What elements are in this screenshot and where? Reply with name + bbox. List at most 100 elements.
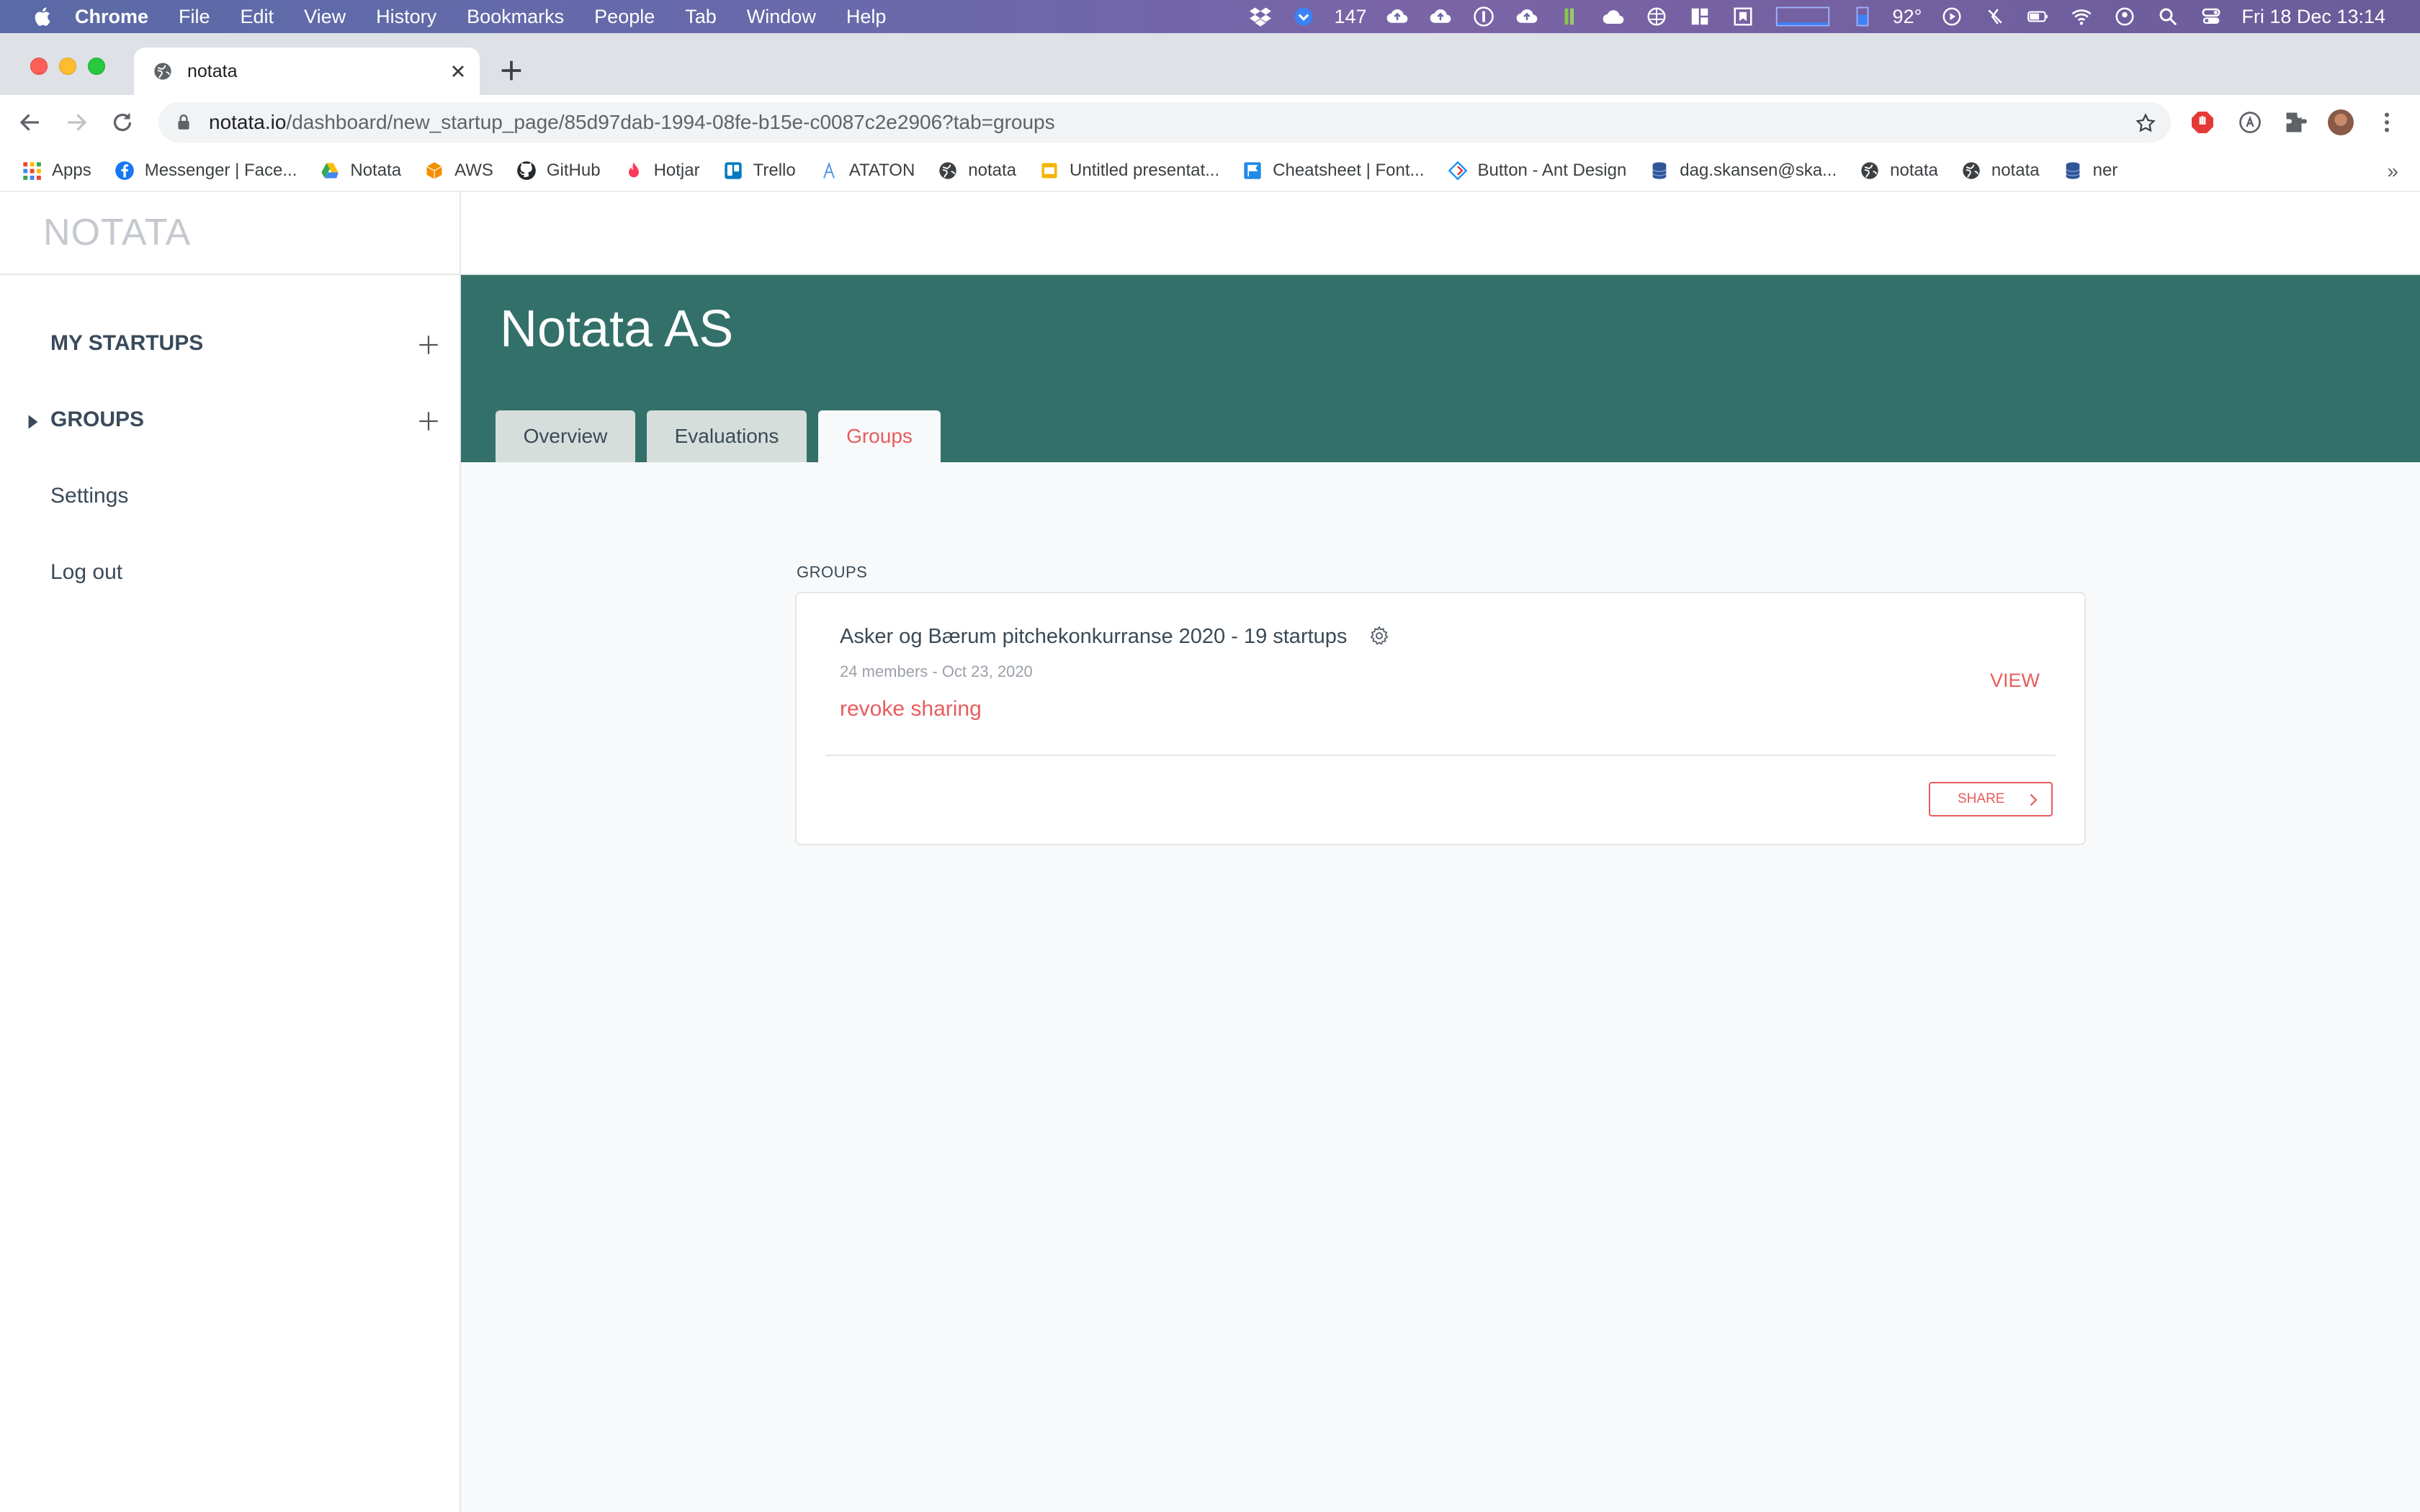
extensions-puzzle-icon[interactable]	[2283, 109, 2309, 135]
menu-view[interactable]: View	[304, 6, 346, 28]
group-meta: 24 members - Oct 23, 2020	[840, 662, 1033, 680]
gear-icon[interactable]	[1368, 625, 1390, 647]
chevron-right-icon	[2030, 793, 2038, 806]
bookmark-app-icon[interactable]	[1731, 6, 1755, 27]
bookmark-item[interactable]: Messenger | Face...	[115, 161, 297, 181]
bookmark-item[interactable]: GitHub	[516, 161, 601, 181]
bookmarks-overflow-chevron-icon[interactable]: »	[2387, 160, 2398, 183]
trello-icon	[724, 161, 742, 179]
tab-groups[interactable]: Groups	[818, 410, 941, 462]
revoke-sharing-link[interactable]: revoke sharing	[840, 697, 982, 721]
sidebar-item-my-startups[interactable]: MY STARTUPS	[50, 331, 203, 356]
bookmark-item[interactable]: Notata	[320, 161, 401, 181]
brain-icon[interactable]	[1644, 6, 1669, 27]
control-center-icon[interactable]	[2199, 6, 2223, 27]
bookmark-label: Trello	[753, 160, 796, 180]
menu-help[interactable]: Help	[846, 6, 887, 28]
cloud-upload-icon[interactable]	[1428, 6, 1453, 27]
bookmark-label: ner	[2092, 160, 2118, 180]
dropbox-icon[interactable]	[1248, 6, 1273, 27]
window-minimize-button[interactable]	[59, 58, 76, 75]
bookmark-label: notata	[1890, 160, 1938, 180]
bookmark-item[interactable]: ATATON	[819, 161, 915, 181]
cloud-upload-icon[interactable]	[1385, 6, 1410, 27]
view-group-link[interactable]: VIEW	[1990, 670, 2040, 692]
expand-groups-caret-icon[interactable]	[27, 415, 39, 429]
tab-close-icon[interactable]	[448, 61, 468, 81]
cloud-upload-icon[interactable]	[1515, 6, 1539, 27]
bookmark-label: Cheatsheet | Font...	[1273, 160, 1425, 180]
tab-overview[interactable]: Overview	[496, 410, 635, 462]
menu-app-name[interactable]: Chrome	[75, 6, 148, 28]
menu-people[interactable]: People	[594, 6, 655, 28]
bookmark-item[interactable]: Hotjar	[624, 161, 700, 181]
notata-logo[interactable]: NOTATA	[0, 192, 460, 275]
company-header-banner: Notata AS Overview Evaluations Groups	[461, 275, 2420, 462]
back-arrow-icon[interactable]	[17, 109, 43, 135]
reload-icon[interactable]	[109, 109, 135, 135]
chrome-menu-icon[interactable]	[2374, 109, 2400, 135]
menu-history[interactable]: History	[376, 6, 436, 28]
bookmark-item[interactable]: Button - Ant Design	[1448, 161, 1626, 181]
bookmark-item[interactable]: notata	[1860, 161, 1938, 181]
database-icon	[2065, 161, 2080, 179]
profile-avatar[interactable]	[2328, 109, 2354, 135]
menu-tab[interactable]: Tab	[685, 6, 717, 28]
adblock-extension-icon[interactable]	[2190, 109, 2215, 135]
ataton-icon	[823, 161, 835, 179]
add-group-plus-icon[interactable]	[416, 409, 441, 433]
menu-window[interactable]: Window	[747, 6, 816, 28]
play-icon[interactable]	[1940, 6, 1964, 27]
battery-meter-icon[interactable]	[1558, 6, 1582, 27]
new-tab-icon[interactable]	[497, 56, 526, 85]
bookmark-item[interactable]: AWS	[424, 161, 493, 181]
bookmark-label: Untitled presentat...	[1070, 160, 1220, 180]
browser-tab[interactable]: notata	[134, 48, 480, 95]
tab-evaluations[interactable]: Evaluations	[647, 410, 807, 462]
translate-extension-icon[interactable]	[2237, 109, 2263, 135]
window-close-button[interactable]	[30, 58, 48, 75]
layout-icon[interactable]	[1688, 6, 1712, 27]
app-top-bar	[461, 192, 2420, 275]
sidebar-item-groups[interactable]: GROUPS	[50, 408, 144, 432]
hotjar-flame-icon	[628, 161, 639, 177]
sidebar-item-settings[interactable]: Settings	[50, 484, 128, 508]
url-host: notata.io	[209, 111, 287, 133]
forward-arrow-icon[interactable]	[63, 109, 89, 135]
bookmark-item[interactable]: notata	[938, 161, 1016, 181]
cloud-icon[interactable]	[1601, 6, 1626, 27]
group-card: Asker og Bærum pitchekonkurranse 2020 - …	[795, 592, 2086, 845]
menubar-clock[interactable]: Fri 18 Dec 13:14	[2241, 6, 2385, 28]
bookmark-item[interactable]: notata	[1961, 161, 2040, 181]
bookmark-star-icon[interactable]	[2135, 112, 2156, 134]
add-startup-plus-icon[interactable]	[416, 333, 441, 357]
mail-badge-icon[interactable]	[1291, 6, 1316, 27]
menu-edit[interactable]: Edit	[241, 6, 274, 28]
battery-icon[interactable]	[2026, 6, 2051, 27]
menu-bookmarks[interactable]: Bookmarks	[467, 6, 564, 28]
window-fullscreen-button[interactable]	[88, 58, 105, 75]
lock-icon[interactable]	[174, 113, 193, 132]
address-bar[interactable]: notata.io/dashboard/new_startup_page/85d…	[158, 102, 2171, 143]
bookmark-item[interactable]: Cheatsheet | Font...	[1242, 160, 1425, 181]
share-button[interactable]: SHARE	[1929, 782, 2053, 816]
menu-file[interactable]: File	[179, 6, 210, 28]
bookmark-item[interactable]: dag.skansen@ska...	[1649, 161, 1837, 181]
spotlight-search-icon[interactable]	[2156, 6, 2180, 27]
apple-icon[interactable]	[29, 6, 55, 27]
tab-title: notata	[187, 60, 238, 81]
share-button-label: SHARE	[1958, 791, 2005, 806]
bookmark-label: ATATON	[848, 160, 915, 180]
bookmark-item[interactable]: Untitled presentat...	[1039, 161, 1219, 181]
browser-toolbar: notata.io/dashboard/new_startup_page/85d…	[0, 95, 2420, 150]
memory-graph-icon	[1850, 6, 1875, 27]
onepassword-icon[interactable]	[1471, 6, 1496, 27]
mute-icon[interactable]	[1983, 6, 2007, 27]
user-account-icon[interactable]	[2112, 6, 2137, 27]
bookmark-item[interactable]: Trello	[723, 161, 796, 181]
bookmark-item[interactable]: ner	[2063, 161, 2118, 181]
bookmark-item[interactable]: Apps	[22, 161, 91, 181]
bookmark-label: notata	[968, 160, 1017, 180]
wifi-icon[interactable]	[2069, 6, 2094, 27]
sidebar-item-logout[interactable]: Log out	[50, 560, 122, 585]
